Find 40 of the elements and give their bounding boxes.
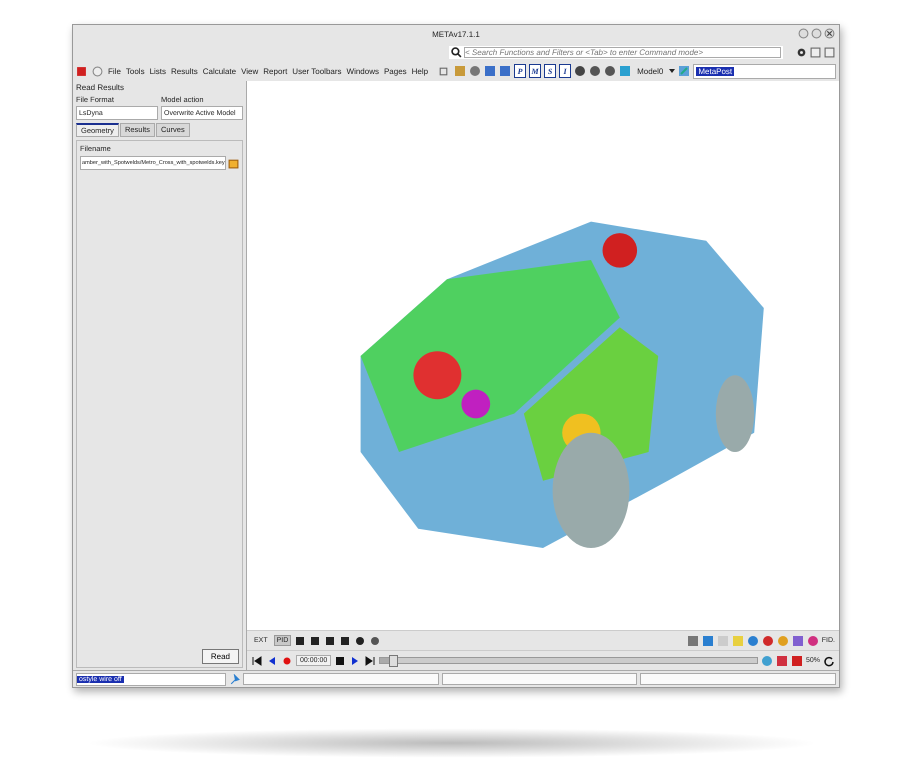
app-logo-icon	[76, 66, 87, 76]
settings-icon[interactable]	[796, 46, 807, 58]
model-dropdown[interactable]: Model0	[634, 66, 666, 76]
menu-item[interactable]: View	[241, 66, 258, 76]
menu-item[interactable]: Windows	[346, 66, 379, 76]
refresh-icon[interactable]	[823, 654, 835, 666]
first-frame-icon[interactable]	[251, 654, 263, 666]
menu-item[interactable]: File	[108, 66, 121, 76]
pin-icon[interactable]	[229, 674, 240, 684]
read-button[interactable]: Read	[202, 649, 239, 664]
toolbar-letter-button[interactable]: M	[529, 64, 542, 78]
status-dropdown[interactable]	[442, 673, 638, 685]
menu-item[interactable]: Lists	[150, 66, 166, 76]
minimize-icon[interactable]	[798, 28, 809, 39]
panel-icon[interactable]	[810, 46, 821, 58]
menu-item[interactable]: Calculate	[202, 66, 236, 76]
menu-item[interactable]: Tools	[126, 66, 145, 76]
status-dropdown[interactable]	[243, 673, 439, 685]
window-title: METAv17.1.1	[432, 30, 480, 38]
toolbar-letter-button[interactable]: I	[559, 64, 572, 78]
search-field[interactable]: < Search Functions and Filters or <Tab> to enter Command mode>	[464, 46, 781, 58]
toolbar-letter-button[interactable]: P	[514, 64, 526, 78]
record-icon[interactable]	[281, 654, 293, 666]
last-frame-icon[interactable]	[364, 654, 376, 666]
status-dropdown[interactable]	[640, 673, 836, 685]
session-field[interactable]: MetaPost	[693, 64, 836, 78]
menu-item[interactable]: User Toolbars	[292, 66, 342, 76]
panel-title: Read Results	[76, 83, 126, 92]
stop-icon[interactable]	[334, 654, 346, 666]
animation-slider[interactable]	[388, 655, 398, 667]
menu-item[interactable]: Help	[412, 66, 428, 76]
toolbar-letter-button[interactable]: S	[544, 64, 556, 78]
panel-icon[interactable]	[824, 46, 835, 58]
caret-icon[interactable]	[669, 69, 676, 73]
menu-item[interactable]: Pages	[384, 66, 407, 76]
menu-item[interactable]: Results	[171, 66, 198, 76]
menu-item[interactable]: Report	[263, 66, 288, 76]
search-icon	[451, 46, 462, 58]
close-icon[interactable]	[824, 28, 835, 39]
folder-icon[interactable]	[228, 158, 239, 168]
